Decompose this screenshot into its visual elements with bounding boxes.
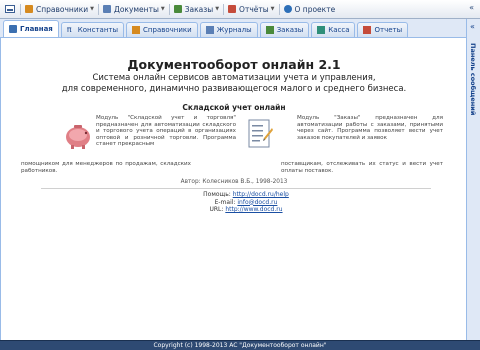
module-description: Модуль "Заказы" предназначен для автомат… (297, 115, 443, 141)
tab-reports[interactable]: Отчеты (357, 22, 409, 37)
section-title: Складской учет онлайн (182, 103, 286, 112)
menu-item-reports[interactable]: Отчёты ▼ (224, 0, 278, 19)
document-icon (102, 5, 111, 13)
expand-panel-icon[interactable]: « (470, 22, 475, 31)
tab-label: Константы (77, 26, 119, 34)
divider (41, 188, 431, 189)
contact-label: E-mail: (214, 198, 236, 206)
document-checklist-icon (248, 119, 273, 148)
subtitle-line: Система онлайн сервисов автоматизации уч… (92, 73, 376, 83)
chevron-down-icon: ▼ (90, 6, 94, 12)
minimize-icon (5, 5, 15, 13)
chevron-down-icon: ▼ (160, 6, 165, 12)
tab-cash[interactable]: Касса (311, 22, 356, 37)
tab-home[interactable]: Главная (3, 20, 59, 37)
messages-panel-label: Панель сообщений (469, 43, 477, 116)
piggy-bank-icon (66, 125, 90, 149)
menu-item-label: Справочники (36, 4, 89, 14)
tab-orders[interactable]: Заказы (259, 22, 310, 37)
report-icon (363, 26, 372, 34)
module-description: Модуль "Складской учет и торговля" предн… (96, 115, 236, 148)
tab-label: Журналы (216, 26, 252, 34)
author-line: Автор: Колесников В.Б., 1998-2013 (180, 179, 288, 185)
tab-label: Главная (20, 25, 53, 33)
contact-label: Помощь: (203, 191, 231, 198)
page-title: Документооборот онлайн 2.1 (127, 57, 341, 72)
journal-icon (205, 26, 214, 34)
tab-label: Справочники (143, 26, 192, 34)
cash-icon (317, 26, 326, 34)
report-icon (228, 5, 237, 13)
tab-label: Заказы (276, 26, 304, 34)
menu-item-label: Отчёты (239, 4, 269, 14)
tab-bar: Главная π Константы Справочники Журналы … (0, 19, 466, 38)
chevron-down-icon: ▼ (270, 6, 275, 12)
menu-item-label: Заказы (184, 4, 214, 14)
menu-item-directories[interactable]: Справочники ▼ (21, 0, 98, 19)
menu-item-label: Документы (113, 4, 159, 14)
cart-icon (265, 26, 274, 34)
menu-bar: Справочники ▼ Документы ▼ Заказы ▼ Отчёт… (0, 0, 480, 19)
tab-label: Касса (328, 26, 350, 34)
tab-directories[interactable]: Справочники (126, 22, 198, 37)
menu-toggle-button[interactable] (0, 0, 20, 19)
contact-url: URL: http://www.docd.ru (176, 206, 316, 214)
home-icon (9, 25, 17, 33)
pi-icon: π (66, 25, 72, 34)
menu-item-documents[interactable]: Документы ▼ (99, 0, 169, 19)
site-link[interactable]: http://www.docd.ru (225, 206, 282, 213)
messages-panel[interactable]: « Панель сообщений (466, 19, 480, 340)
module-description: помощником для менеджеров по продажам, с… (21, 161, 191, 174)
home-content: Документооборот онлайн 2.1 Система онлай… (0, 38, 466, 340)
module-description: поставщикам, отслеживать их статус и вес… (281, 161, 443, 174)
email-link[interactable]: info@docd.ru (237, 199, 277, 206)
cart-icon (173, 5, 182, 13)
menu-item-orders[interactable]: Заказы ▼ (170, 0, 223, 19)
contact-help: Помощь: http://docd.ru/help (176, 191, 316, 199)
contact-label: URL: (209, 206, 224, 213)
collapse-panel-icon[interactable]: « (469, 3, 474, 12)
menu-item-label: О проекте (294, 4, 336, 14)
contact-email: E-mail: info@docd.ru (176, 199, 316, 207)
info-icon (283, 5, 292, 13)
contacts-block: Помощь: http://docd.ru/help E-mail: info… (176, 191, 316, 214)
subtitle-line: для современного, динамично развивающего… (61, 84, 407, 94)
status-bar: Copyright (c) 1998-2013 AC "Документообо… (0, 340, 480, 350)
tab-constants[interactable]: π Константы (60, 22, 125, 37)
page-subtitle: Система онлайн сервисов автоматизации уч… (1, 73, 467, 95)
book-icon (25, 5, 33, 13)
book-icon (132, 26, 141, 34)
tab-label: Отчеты (374, 26, 403, 34)
chevron-down-icon: ▼ (215, 6, 220, 12)
tab-journals[interactable]: Журналы (199, 22, 258, 37)
help-link[interactable]: http://docd.ru/help (233, 191, 289, 198)
menu-item-about[interactable]: О проекте (280, 0, 340, 19)
